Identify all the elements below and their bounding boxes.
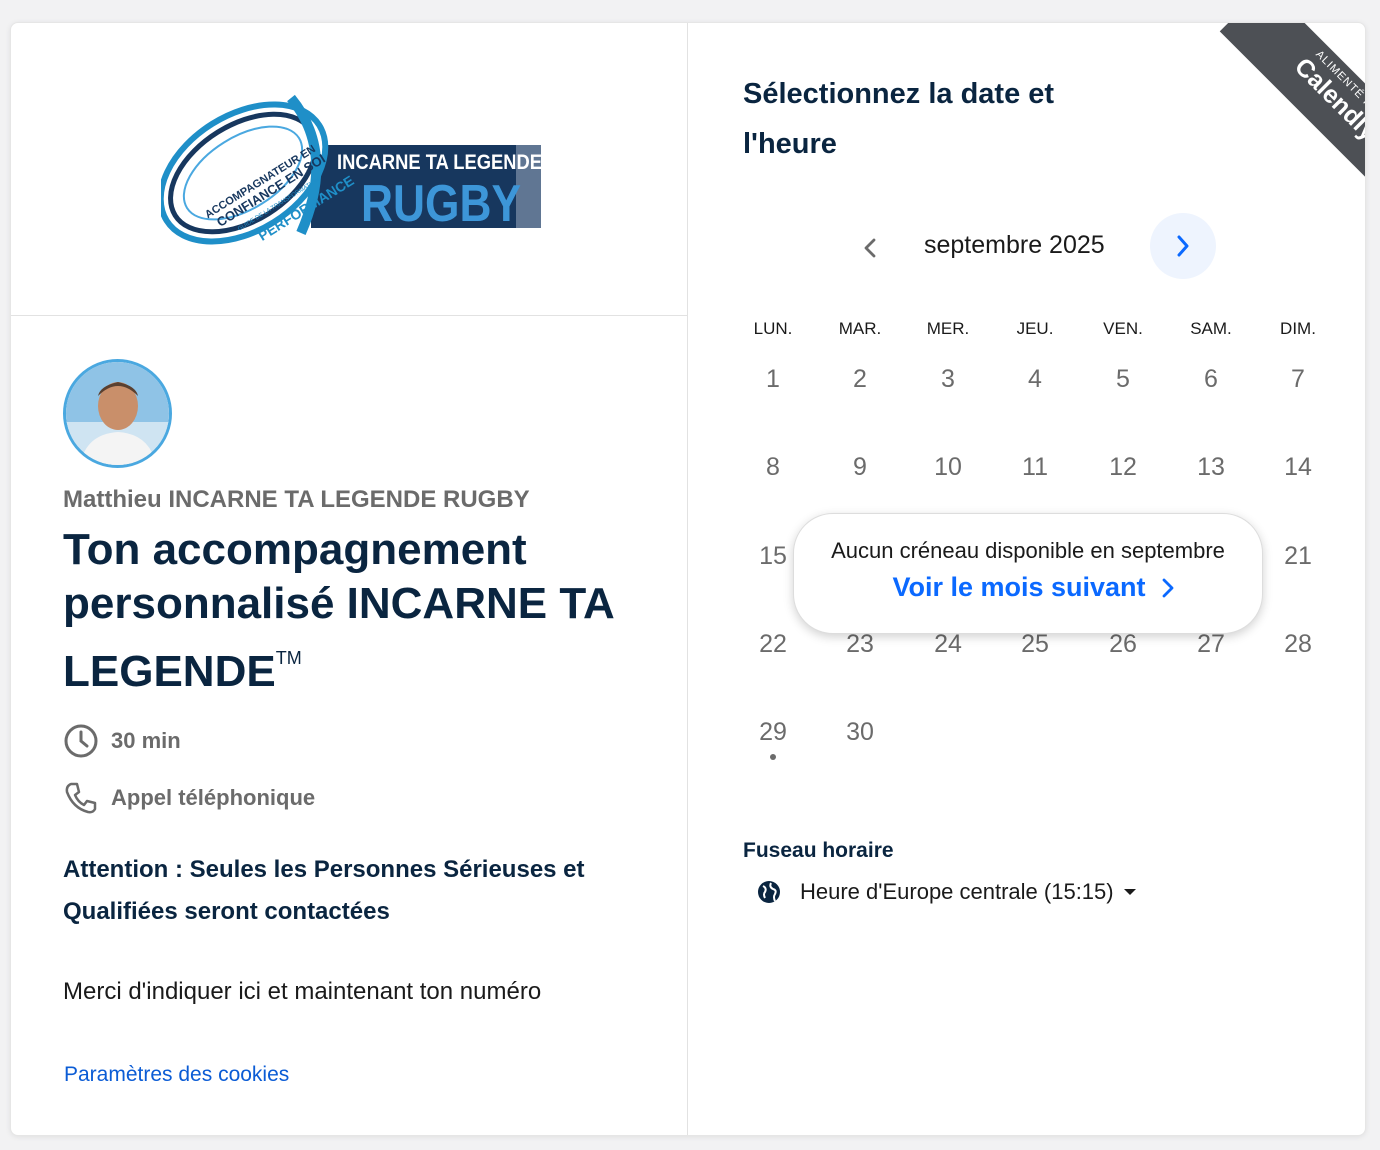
no-availability-popup: Aucun créneau disponible en septembre Vo… <box>793 513 1263 634</box>
calendar-day: 12 <box>1109 453 1137 481</box>
organizer-avatar <box>63 359 172 468</box>
no-availability-message: Aucun créneau disponible en septembre <box>831 538 1225 563</box>
duration-row: 30 min <box>63 723 181 759</box>
chevron-right-icon <box>1162 578 1173 597</box>
calendar-day: 9 <box>853 453 867 481</box>
location-row: Appel téléphonique <box>63 780 315 816</box>
powered-by-ribbon[interactable]: ALIMENTÉ PAR Calendly <box>1187 23 1366 203</box>
view-next-month-label: Voir le mois suivant <box>892 572 1146 602</box>
calendar-day: 10 <box>934 453 962 481</box>
calendar-day: 28 <box>1284 630 1312 658</box>
calendar-day: 14 <box>1284 453 1312 481</box>
calendar-day: 22 <box>759 630 787 658</box>
calendar-day: 23 <box>846 630 874 658</box>
event-title-text: Ton accompagnement personnalisé INCARNE … <box>63 525 614 696</box>
view-next-month-link[interactable]: Voir le mois suivant <box>874 572 1194 603</box>
weekday-label: JEU. <box>1016 319 1054 338</box>
timezone-label: Fuseau horaire <box>743 839 894 862</box>
clock-icon <box>64 724 98 758</box>
event-title: Ton accompagnement personnalisé INCARNE … <box>63 523 663 699</box>
weekday-label: VEN. <box>1103 319 1143 338</box>
chevron-left-icon <box>864 238 876 258</box>
calendar-day: 27 <box>1197 630 1225 658</box>
weekday-label: MER. <box>926 319 970 338</box>
calendar-day: 8 <box>766 453 780 481</box>
event-details-panel: ACCOMPAGNATEUR EN CONFIANCE EN SOI GUIDE… <box>11 23 688 1135</box>
calendar-day: 3 <box>941 365 955 393</box>
calendar-day: 1 <box>766 365 780 393</box>
trademark-sign: TM <box>275 648 302 668</box>
timezone-selector[interactable]: Heure d'Europe centrale (15:15) <box>756 879 1136 905</box>
weekday-label: MAR. <box>838 319 882 338</box>
calendar-day: 4 <box>1028 365 1042 393</box>
calendar-day: 21 <box>1284 542 1312 570</box>
caret-down-icon <box>1123 889 1136 895</box>
logo-area: ACCOMPAGNATEUR EN CONFIANCE EN SOI GUIDE… <box>11 23 688 316</box>
scheduler-panel: Sélectionnez la date et l'heure ALIMENTÉ… <box>688 23 1366 1135</box>
booking-card: ACCOMPAGNATEUR EN CONFIANCE EN SOI GUIDE… <box>10 22 1366 1136</box>
calendar-day: 25 <box>1021 630 1049 658</box>
ribbon-band: ALIMENTÉ PAR Calendly <box>1219 23 1366 203</box>
location-text: Appel téléphonique <box>111 785 316 810</box>
calendar-day: 13 <box>1197 453 1225 481</box>
phone-icon <box>65 782 97 814</box>
calendar-day: 30 <box>846 718 874 746</box>
calendar-day: 2 <box>853 365 867 393</box>
current-month-label: septembre 2025 <box>924 231 1105 259</box>
calendar-day: 26 <box>1109 630 1137 658</box>
organizer-name: Matthieu INCARNE TA LEGENDE RUGBY <box>63 486 530 513</box>
timezone-value: Heure d'Europe centrale (15:15) <box>800 879 1114 904</box>
calendar-day: 7 <box>1291 365 1305 393</box>
next-month-button[interactable] <box>1150 213 1216 279</box>
cookie-settings-link[interactable]: Paramètres des cookies <box>64 1063 289 1087</box>
brand-logo: ACCOMPAGNATEUR EN CONFIANCE EN SOI GUIDE… <box>161 94 542 245</box>
ribbon-brand: Calendly <box>1288 52 1366 147</box>
previous-month-button[interactable] <box>854 231 888 265</box>
weekday-label: DIM. <box>1280 319 1316 338</box>
calendar-day: 6 <box>1204 365 1218 393</box>
duration-text: 30 min <box>111 728 181 753</box>
logo-title: INCARNE TA LEGENDE <box>337 151 542 174</box>
today-indicator-dot <box>770 754 776 760</box>
attention-notice: Attention : Seules les Personnes Sérieus… <box>63 856 585 925</box>
weekday-label: SAM. <box>1190 319 1232 338</box>
calendar-day: 29 <box>759 718 787 746</box>
weekday-label: LUN. <box>753 319 793 338</box>
section-title: Sélectionnez la date et l'heure <box>743 78 1055 160</box>
chevron-right-icon <box>1177 235 1189 257</box>
calendar-day: 5 <box>1116 365 1130 393</box>
globe-icon <box>758 881 780 903</box>
logo-subtitle: RUGBY <box>361 175 521 233</box>
month-navigation: septembre 2025 <box>688 213 1365 283</box>
calendar-day: 24 <box>934 630 962 658</box>
calendar-day: 11 <box>1022 453 1048 481</box>
event-description: Merci d'indiquer ici et maintenant ton n… <box>63 978 542 1005</box>
